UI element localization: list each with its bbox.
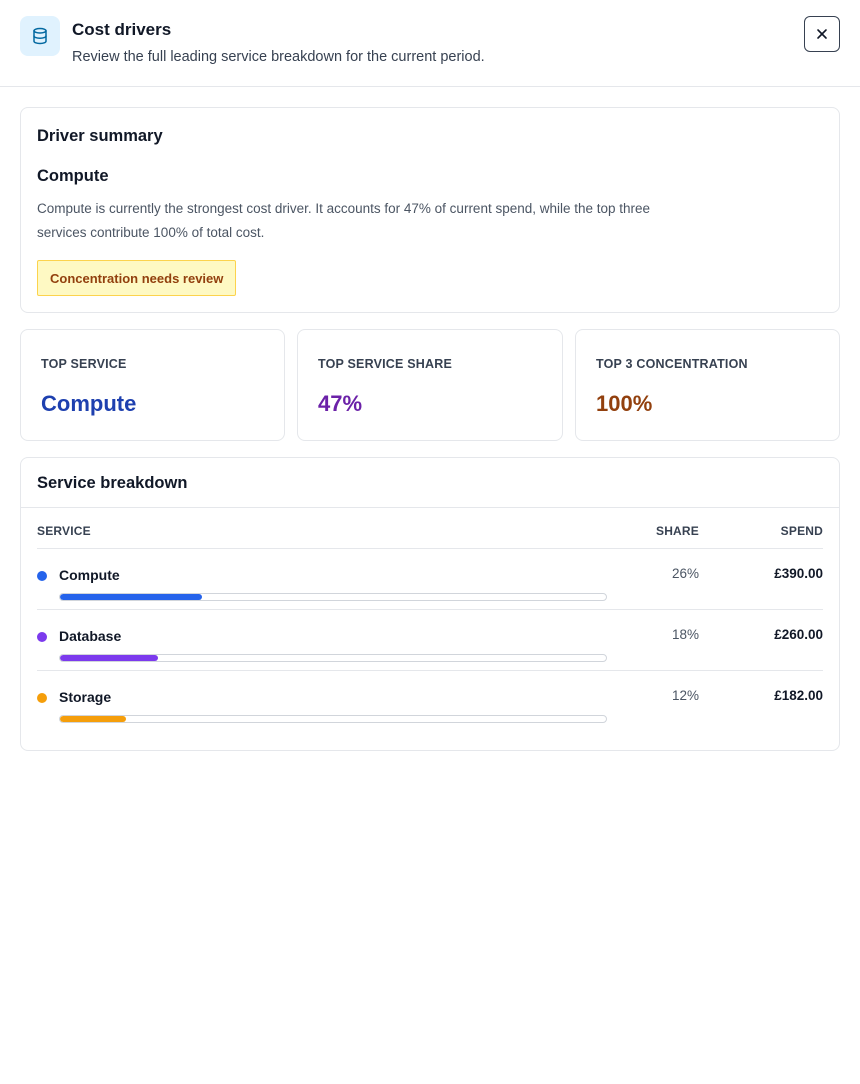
series-dot (37, 632, 47, 642)
dialog-header: Cost drivers Review the full leading ser… (0, 0, 860, 87)
column-header-spend: SPEND (780, 524, 823, 538)
share-bar-fill (60, 716, 126, 722)
breakdown-header: Service breakdown (21, 458, 839, 508)
service-name: Database (59, 628, 122, 644)
metric-top-service-share: TOP SERVICE SHARE 47% (297, 329, 563, 441)
metric-label: TOP SERVICE (41, 357, 127, 371)
service-spend: £260.00 (774, 627, 823, 642)
dialog-subtitle: Review the full leading service breakdow… (72, 49, 485, 65)
share-bar-track (59, 654, 607, 662)
share-bar-track (59, 715, 607, 723)
service-spend: £182.00 (774, 688, 823, 703)
summary-service-name: Compute (37, 167, 109, 185)
summary-description: Compute is currently the strongest cost … (37, 201, 651, 240)
series-dot (37, 693, 47, 703)
table-row: Database 18% £260.00 (37, 610, 823, 671)
share-bar-fill (60, 594, 202, 600)
database-icon (20, 16, 60, 56)
metric-value: Compute (41, 391, 137, 416)
service-share: 12% (671, 688, 699, 703)
table-row: Storage 12% £182.00 (37, 671, 823, 732)
close-icon (817, 29, 827, 39)
dialog-title: Cost drivers (72, 20, 172, 39)
column-header-share: SHARE (655, 524, 699, 538)
share-bar-track (59, 593, 607, 601)
service-breakdown-card: Service breakdown SERVICE SHARE SPEND Co… (20, 457, 840, 751)
share-bar-fill (60, 655, 159, 661)
service-share: 18% (671, 627, 699, 642)
metric-label: TOP 3 CONCENTRATION (596, 357, 748, 371)
driver-summary-card: Driver summary Compute Compute is curren… (20, 107, 840, 313)
service-name: Storage (59, 689, 112, 705)
table-row: Compute 26% £390.00 (37, 549, 823, 610)
metric-label: TOP SERVICE SHARE (318, 357, 452, 371)
series-dot (37, 571, 47, 581)
metric-top-service: TOP SERVICE Compute (20, 329, 285, 441)
service-share: 26% (671, 566, 699, 581)
service-name: Compute (59, 567, 120, 583)
concentration-badge: Concentration needs review (37, 260, 237, 296)
metric-value: 100% (596, 391, 653, 416)
metric-top3-concentration: TOP 3 CONCENTRATION 100% (575, 329, 840, 441)
column-header-service: SERVICE (37, 524, 91, 538)
breakdown-title: Service breakdown (37, 474, 188, 492)
service-spend: £390.00 (774, 566, 823, 581)
close-button[interactable] (804, 16, 840, 52)
metric-value: 47% (318, 391, 363, 416)
summary-heading: Driver summary (37, 127, 163, 145)
